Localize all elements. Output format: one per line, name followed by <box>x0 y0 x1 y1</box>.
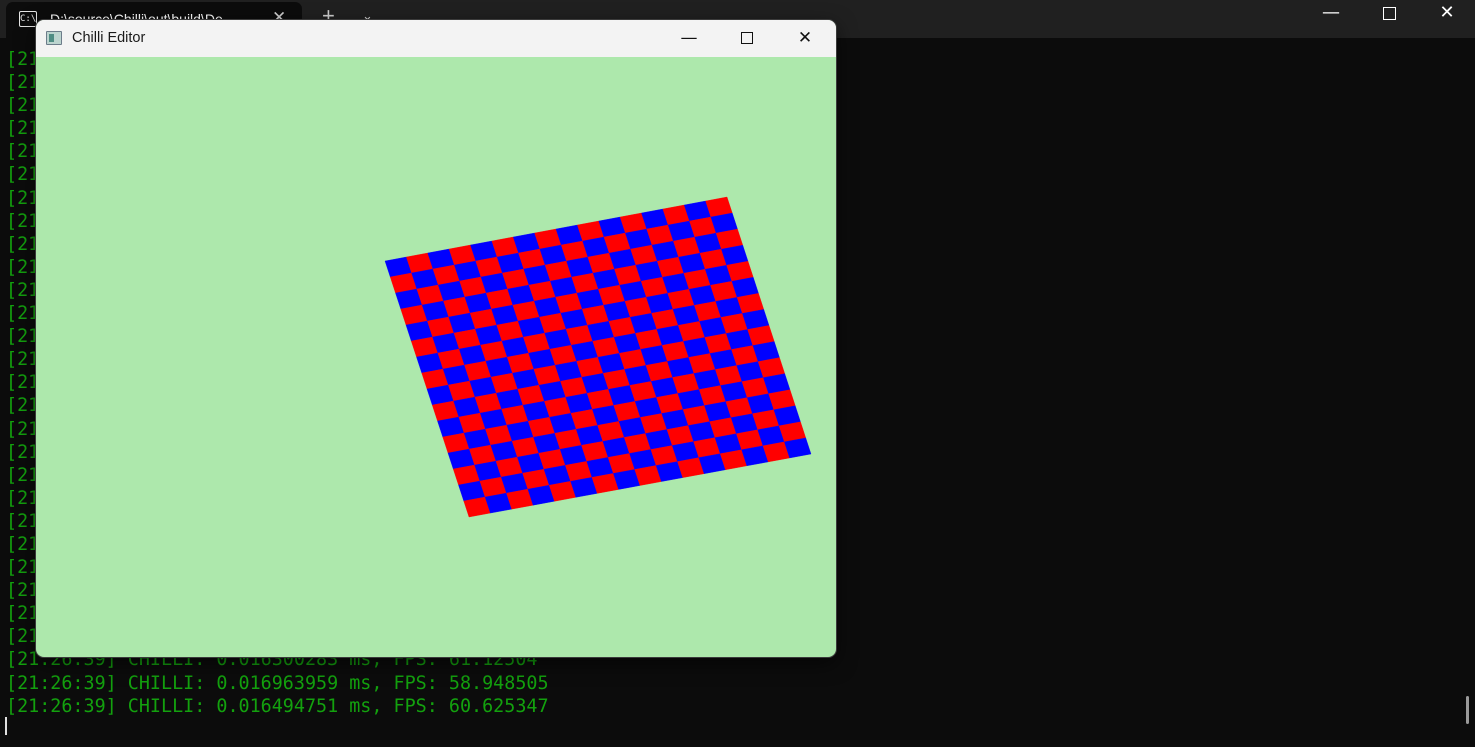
terminal-close-button[interactable]: ✕ <box>1418 0 1475 28</box>
terminal-line: [21:26:39] CHILLI: 0.016963959 ms, FPS: … <box>6 672 549 694</box>
terminal-cursor <box>5 717 7 735</box>
editor-window-title: Chilli Editor <box>72 30 146 46</box>
terminal-scrollbar[interactable] <box>1466 696 1469 724</box>
editor-window[interactable]: Chilli Editor — ✕ <box>36 20 836 657</box>
checkerboard-plane <box>384 196 812 518</box>
render-viewport[interactable] <box>36 57 836 657</box>
maximize-icon <box>1382 7 1396 20</box>
maximize-icon <box>741 32 753 44</box>
editor-maximize-button[interactable] <box>718 20 776 57</box>
terminal-maximize-button[interactable] <box>1360 0 1418 28</box>
app-window-icon <box>46 31 62 45</box>
editor-minimize-button[interactable]: — <box>660 20 718 57</box>
editor-title-bar[interactable]: Chilli Editor — ✕ <box>36 20 836 57</box>
terminal-line: [21:26:39] CHILLI: 0.016494751 ms, FPS: … <box>6 695 549 717</box>
editor-close-button[interactable]: ✕ <box>776 20 834 57</box>
terminal-minimize-button[interactable]: — <box>1302 0 1360 28</box>
terminal-icon: C:\ <box>19 11 37 27</box>
